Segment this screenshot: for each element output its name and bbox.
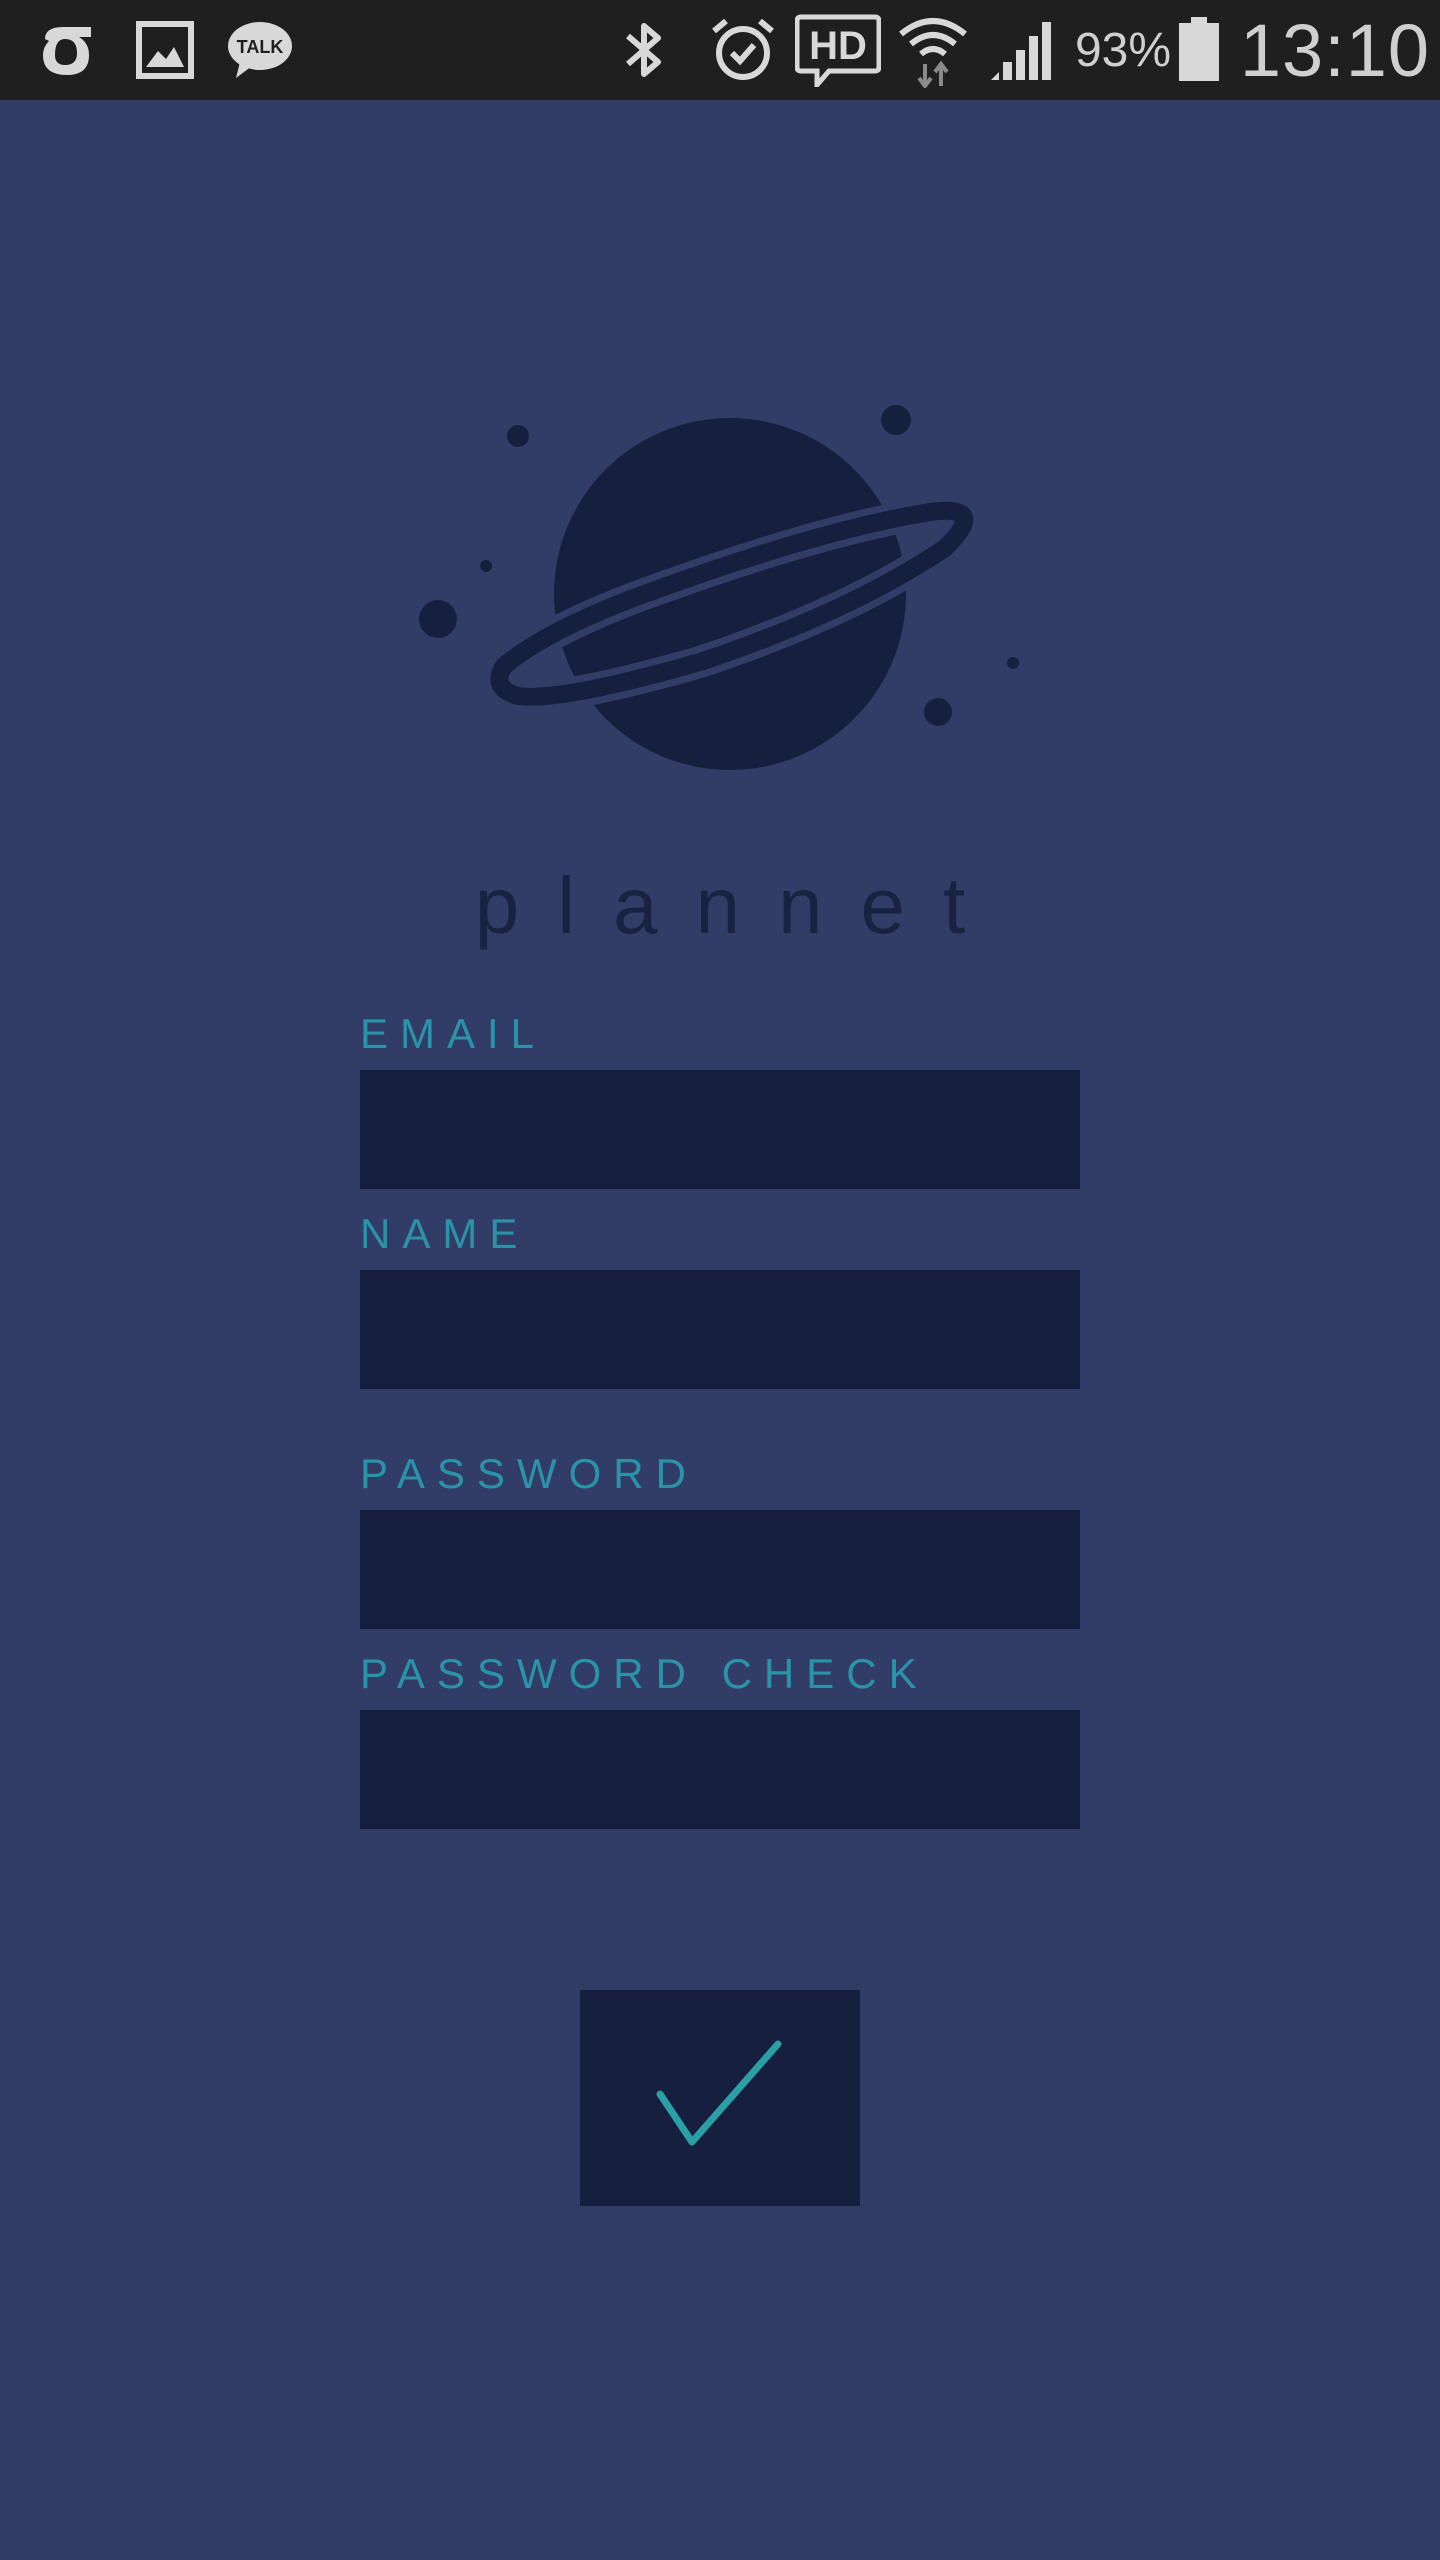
name-label: NAME	[360, 1210, 530, 1257]
bluetooth-icon	[610, 0, 680, 100]
password-check-label: PASSWORD CHECK	[360, 1650, 929, 1697]
wifi-icon	[893, 0, 973, 100]
status-bar: TALK HD 93% 13:10	[0, 0, 1440, 100]
notification-app-icon	[30, 0, 100, 100]
alarm-icon	[705, 0, 781, 100]
battery-percent: 93%	[1074, 23, 1172, 77]
submit-button[interactable]	[580, 1990, 860, 2206]
kakaotalk-icon: TALK	[222, 0, 298, 100]
hd-label: HD	[809, 24, 867, 68]
brand-name: plannet	[474, 861, 1004, 950]
password-field[interactable]	[360, 1510, 1080, 1629]
signal-icon	[985, 0, 1055, 100]
name-field[interactable]	[360, 1270, 1080, 1389]
planet-logo-icon	[400, 380, 1060, 800]
password-check-field[interactable]	[360, 1710, 1080, 1829]
password-label: PASSWORD	[360, 1450, 698, 1497]
email-field[interactable]	[360, 1070, 1080, 1189]
checkmark-icon	[656, 2040, 782, 2146]
talk-label: TALK	[237, 37, 284, 57]
gallery-icon	[130, 0, 200, 100]
clock-time: 13:10	[1239, 8, 1431, 92]
hd-voice-icon: HD	[793, 0, 883, 100]
battery-icon	[1176, 0, 1222, 100]
email-label: EMAIL	[360, 1010, 547, 1057]
